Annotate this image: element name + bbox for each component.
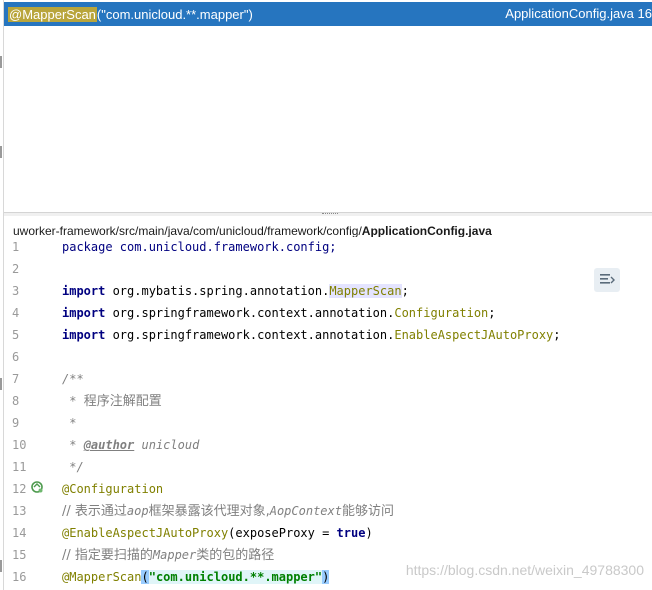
doc-star: * (62, 394, 84, 408)
punct: ; (488, 306, 496, 320)
code-line-7: /** (62, 372, 84, 386)
keyword: import (62, 284, 106, 298)
code-line-8: * 程序注解配置 (62, 390, 162, 412)
find-result-match: @MapperScan (8, 6, 97, 22)
line-number: 16 (12, 570, 27, 584)
code-line-16: @MapperScan("com.unicloud.**.mapper") (62, 566, 330, 588)
comment-text: // 表示通过 (62, 504, 127, 519)
code-line-4: import org.springframework.context.annot… (62, 302, 496, 324)
code-line-13: // 表示通过aop框架暴露该代理对象,AopContext能够访问 (62, 500, 394, 522)
line-number: 14 (12, 526, 27, 540)
code-line-5: import org.springframework.context.annot… (62, 324, 561, 346)
code-text: ) (365, 526, 373, 540)
import-package: org.springframework.context.annotation. (105, 306, 395, 320)
comment-text: aop (126, 504, 149, 518)
comment-text: // 指定要扫描的 (62, 548, 153, 563)
paren: ) (322, 570, 330, 584)
string-literal: "com.unicloud.**.mapper" (148, 570, 323, 584)
doc-tag: @author (83, 438, 135, 452)
comment-text: 能够访问 (341, 504, 394, 519)
line-number: 1 (12, 240, 20, 254)
edge-marker (0, 378, 2, 390)
line-number: 11 (12, 460, 27, 474)
keyword: true (336, 526, 366, 540)
import-class: EnableAspectJAutoProxy (394, 328, 554, 342)
code-line-12: @Configuration (62, 482, 164, 496)
code-line-14: @EnableAspectJAutoProxy(exposeProxy = tr… (62, 522, 373, 544)
code-line-11: */ (62, 460, 84, 474)
import-class: Configuration (394, 306, 489, 320)
line-number: 7 (12, 372, 20, 386)
find-results-list[interactable] (4, 26, 652, 212)
line-number: 8 (12, 394, 20, 408)
paren: ( (141, 570, 149, 584)
find-result-file-ref: ApplicationConfig.java 16 (505, 6, 652, 21)
file-path-prefix: uworker-framework/src/main/java/com/unic… (13, 224, 362, 238)
doc-text: unicloud (134, 438, 200, 452)
edge-marker (0, 560, 2, 572)
edge-marker (0, 146, 2, 158)
doc-text: 程序注解配置 (83, 394, 162, 409)
comment-text: Mapper (152, 548, 197, 562)
keyword: import (62, 328, 106, 342)
find-result-text: ("com.unicloud.**.mapper") (96, 6, 253, 22)
find-result-row[interactable]: @MapperScan ("com.unicloud.**.mapper") Ap… (4, 2, 652, 26)
line-number: 3 (12, 284, 20, 298)
punct: ; (401, 284, 409, 298)
spring-bean-gutter-icon[interactable] (30, 480, 44, 494)
line-number: 13 (12, 504, 27, 518)
code-line-10: * @author unicloud (62, 434, 199, 456)
line-number: 4 (12, 306, 20, 320)
comment-text: 框架暴露该代理对象, (148, 504, 270, 519)
annotation: @EnableAspectJAutoProxy (62, 526, 229, 540)
line-number: 10 (12, 438, 27, 452)
import-class: MapperScan (329, 284, 402, 298)
file-path-filename: ApplicationConfig.java (361, 224, 492, 238)
code-line-15: // 指定要扫描的Mapper类的包的路径 (62, 544, 274, 566)
keyword: import (62, 306, 106, 320)
editor-gutter[interactable]: 1 2 3 4 5 6 7 8 9 10 11 12 13 14 15 16 (4, 237, 62, 590)
line-number: 9 (12, 416, 20, 430)
import-package: org.mybatis.spring.annotation. (105, 284, 330, 298)
comment-text: 类的包的路径 (196, 548, 275, 563)
punct: ; (553, 328, 561, 342)
annotation: @MapperScan (62, 570, 142, 584)
line-number: 5 (12, 328, 20, 342)
line-number: 2 (12, 262, 20, 276)
comment-text: AopContext (269, 504, 342, 518)
splitter-grip-icon[interactable] (322, 213, 338, 215)
code-line-9: * (62, 416, 77, 430)
code-line-3: import org.mybatis.spring.annotation.Map… (62, 280, 409, 302)
code-editor[interactable]: package com.unicloud.framework.config; i… (62, 237, 652, 590)
reader-mode-icon[interactable] (594, 268, 620, 292)
code-line-1: package com.unicloud.framework.config; (62, 240, 337, 254)
code-text: (exposeProxy = (228, 526, 337, 540)
edge-marker (0, 56, 2, 68)
doc-star: * (62, 438, 84, 452)
line-number: 6 (12, 350, 20, 364)
import-package: org.springframework.context.annotation. (105, 328, 395, 342)
line-number: 15 (12, 548, 27, 562)
watermark: https://blog.csdn.net/weixin_49788300 (405, 562, 644, 578)
